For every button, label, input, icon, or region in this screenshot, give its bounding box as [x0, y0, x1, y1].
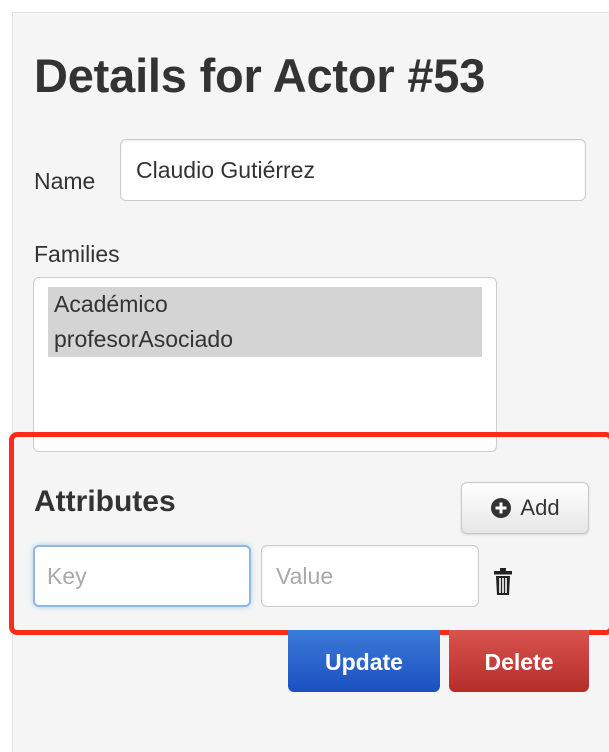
families-label: Families [34, 241, 120, 267]
update-button[interactable]: Update [288, 630, 440, 692]
name-label: Name [34, 168, 96, 194]
page-title: Details for Actor #53 [34, 49, 486, 102]
family-option[interactable]: Académico [48, 287, 482, 322]
family-option[interactable]: profesorAsociado [48, 322, 482, 357]
attributes-highlight-box [9, 432, 609, 635]
name-input[interactable] [120, 139, 586, 201]
families-select[interactable]: Académico profesorAsociado [33, 277, 497, 452]
delete-button[interactable]: Delete [449, 630, 589, 692]
